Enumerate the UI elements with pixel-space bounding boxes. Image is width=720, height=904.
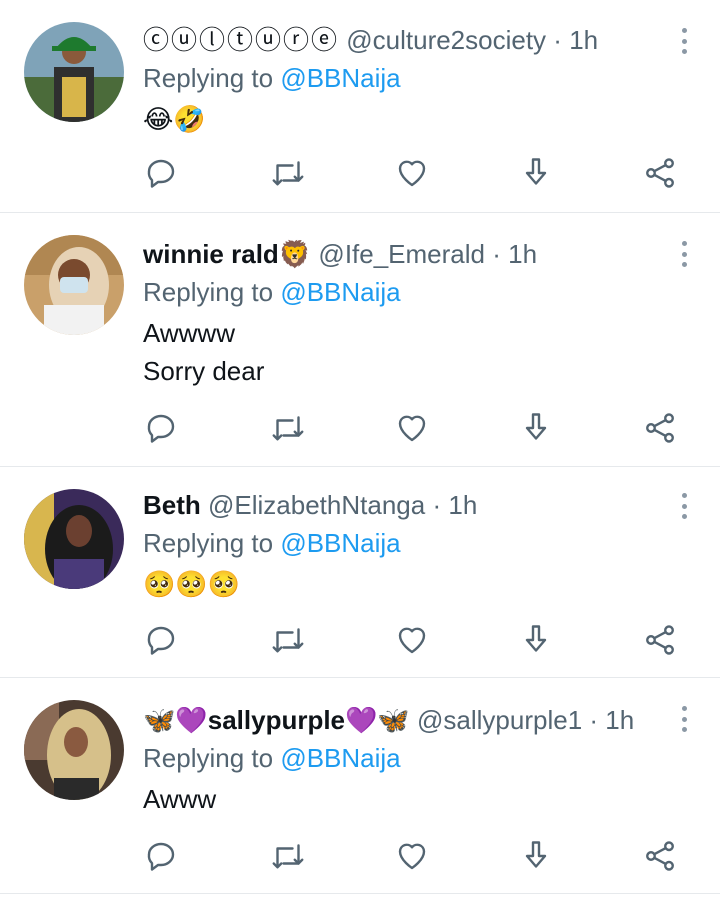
mention-link[interactable]: @BBNaija [280, 63, 400, 93]
tweet-text-line: Awww [143, 784, 217, 814]
display-name[interactable]: 🦋💜sallypurple💜🦋 [143, 705, 410, 735]
tweet-text-line: 😂🤣 [143, 104, 206, 134]
retweet-icon[interactable] [270, 410, 306, 446]
action-bar [143, 155, 683, 195]
avatar[interactable] [24, 22, 124, 122]
tweet-text-line: Awwww [143, 318, 235, 348]
user-handle[interactable]: @ElizabethNtanga [208, 490, 425, 520]
replying-prefix: Replying to [143, 743, 274, 773]
separator: · [492, 239, 501, 269]
user-handle[interactable]: @Ife_Emerald [318, 239, 485, 269]
reply-icon[interactable] [143, 410, 179, 446]
tweet-text-line: 🥺🥺🥺 [143, 569, 241, 599]
tweet-header: ⓒⓤⓛⓣⓤⓡⓔ @culture2society · 1h [143, 24, 664, 56]
replying-to: Replying to @BBNaija [143, 527, 664, 559]
action-bar [143, 410, 683, 450]
replying-to: Replying to @BBNaija [143, 742, 664, 774]
tweet[interactable]: 🦋💜sallypurple💜🦋 @sallypurple1 · 1h Reply… [0, 678, 720, 894]
tweet[interactable]: ⓒⓤⓛⓣⓤⓡⓔ @culture2society · 1h Replying t… [0, 0, 720, 213]
share-icon[interactable] [642, 410, 678, 446]
more-options-icon[interactable] [676, 26, 692, 56]
reply-icon[interactable] [143, 155, 179, 191]
replying-to: Replying to @BBNaija [143, 62, 664, 94]
timestamp[interactable]: 1h [448, 490, 477, 520]
separator: · [589, 705, 599, 735]
tweet-text: Awww [143, 780, 664, 818]
replying-prefix: Replying to [143, 528, 274, 558]
download-icon[interactable] [518, 838, 554, 874]
tweet-content: Beth @ElizabethNtanga · 1h Replying to @… [143, 489, 664, 603]
heart-icon[interactable] [394, 622, 430, 658]
heart-icon[interactable] [394, 410, 430, 446]
more-options-icon[interactable] [676, 491, 692, 521]
action-bar [143, 838, 683, 878]
tweet-text: Awwww Sorry dear [143, 314, 664, 390]
replying-prefix: Replying to [143, 277, 274, 307]
retweet-icon[interactable] [270, 622, 306, 658]
avatar[interactable] [24, 489, 124, 589]
more-options-icon[interactable] [676, 239, 692, 269]
timestamp[interactable]: 1h [569, 25, 598, 55]
tweet-text: 😂🤣 [143, 100, 664, 138]
download-icon[interactable] [518, 622, 554, 658]
reply-icon[interactable] [143, 838, 179, 874]
mention-link[interactable]: @BBNaija [280, 743, 400, 773]
tweet-header: 🦋💜sallypurple💜🦋 @sallypurple1 · 1h [143, 704, 664, 736]
retweet-icon[interactable] [270, 838, 306, 874]
timestamp[interactable]: 1h [508, 239, 537, 269]
download-icon[interactable] [518, 410, 554, 446]
user-handle[interactable]: @culture2society [346, 25, 546, 55]
download-icon[interactable] [518, 155, 554, 191]
tweet-text-line: Sorry dear [143, 356, 265, 386]
tweet-content: 🦋💜sallypurple💜🦋 @sallypurple1 · 1h Reply… [143, 704, 664, 818]
display-name[interactable]: ⓒⓤⓛⓣⓤⓡⓔ [143, 25, 339, 55]
heart-icon[interactable] [394, 155, 430, 191]
avatar[interactable] [24, 235, 124, 335]
tweet-content: winnie rald🦁 @Ife_Emerald · 1h Replying … [143, 238, 664, 390]
share-icon[interactable] [642, 838, 678, 874]
timestamp[interactable]: 1h [605, 705, 634, 735]
retweet-icon[interactable] [270, 155, 306, 191]
mention-link[interactable]: @BBNaija [280, 528, 400, 558]
share-icon[interactable] [642, 155, 678, 191]
replying-to: Replying to @BBNaija [143, 276, 664, 308]
reply-feed: ⓒⓤⓛⓣⓤⓡⓔ @culture2society · 1h Replying t… [0, 0, 720, 904]
separator: · [432, 490, 442, 520]
tweet-header: winnie rald🦁 @Ife_Emerald · 1h [143, 238, 664, 270]
display-name[interactable]: Beth [143, 490, 201, 520]
separator: · [553, 25, 562, 55]
tweet-header: Beth @ElizabethNtanga · 1h [143, 489, 664, 521]
action-bar [143, 622, 683, 662]
share-icon[interactable] [642, 622, 678, 658]
tweet-content: ⓒⓤⓛⓣⓤⓡⓔ @culture2society · 1h Replying t… [143, 24, 664, 138]
reply-icon[interactable] [143, 622, 179, 658]
more-options-icon[interactable] [676, 704, 692, 734]
tweet[interactable]: Beth @ElizabethNtanga · 1h Replying to @… [0, 467, 720, 678]
user-handle[interactable]: @sallypurple1 [417, 705, 582, 735]
replying-prefix: Replying to [143, 63, 274, 93]
tweet-text: 🥺🥺🥺 [143, 565, 664, 603]
mention-link[interactable]: @BBNaija [280, 277, 400, 307]
heart-icon[interactable] [394, 838, 430, 874]
display-name[interactable]: winnie rald🦁 [143, 239, 311, 269]
tweet[interactable]: winnie rald🦁 @Ife_Emerald · 1h Replying … [0, 213, 720, 467]
avatar[interactable] [24, 700, 124, 800]
